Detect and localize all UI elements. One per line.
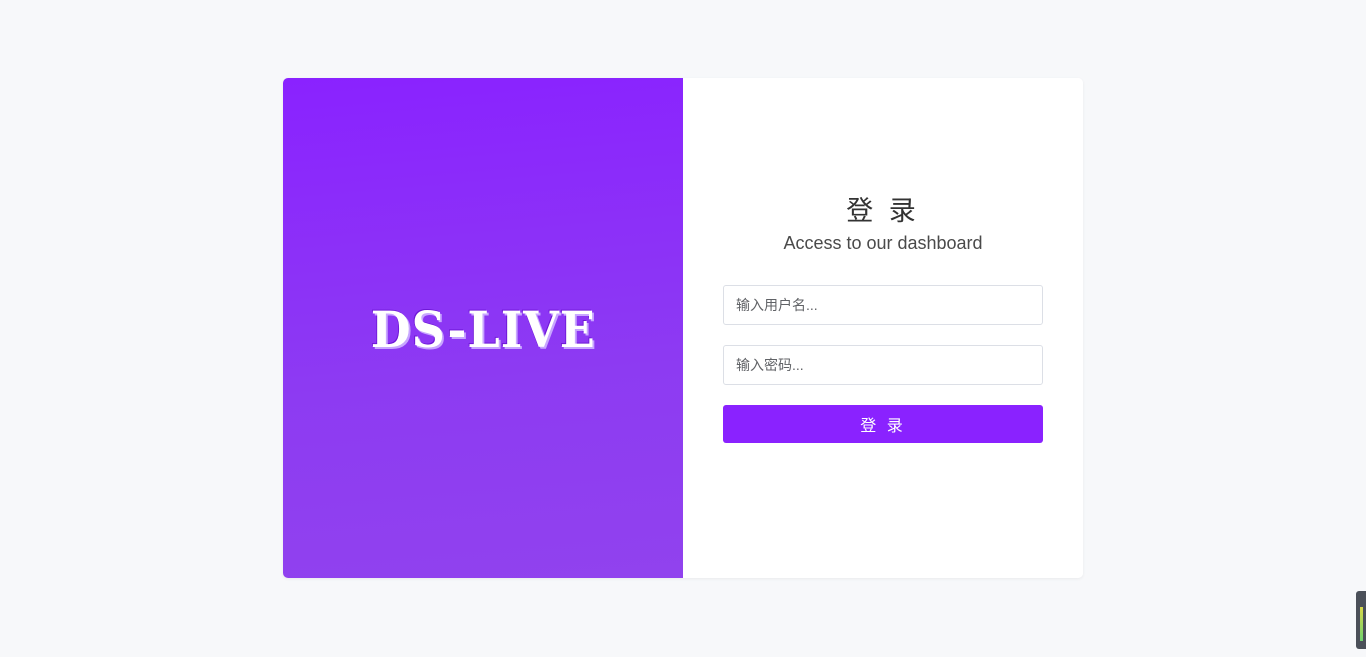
username-input[interactable] (723, 285, 1043, 325)
side-tool-widget[interactable] (1356, 591, 1366, 649)
level-meter-icon (1360, 607, 1363, 641)
login-page: DS-LIVE 登 录 Access to our dashboard 登 录 (0, 0, 1366, 657)
login-title: 登 录 (846, 196, 920, 226)
password-input[interactable] (723, 345, 1043, 385)
login-form-panel: 登 录 Access to our dashboard 登 录 (683, 78, 1083, 578)
login-card: DS-LIVE 登 录 Access to our dashboard 登 录 (283, 78, 1083, 578)
brand-panel: DS-LIVE (283, 78, 683, 578)
login-button[interactable]: 登 录 (723, 405, 1043, 443)
login-subtitle: Access to our dashboard (783, 233, 983, 253)
brand-logo: DS-LIVE (370, 299, 596, 359)
